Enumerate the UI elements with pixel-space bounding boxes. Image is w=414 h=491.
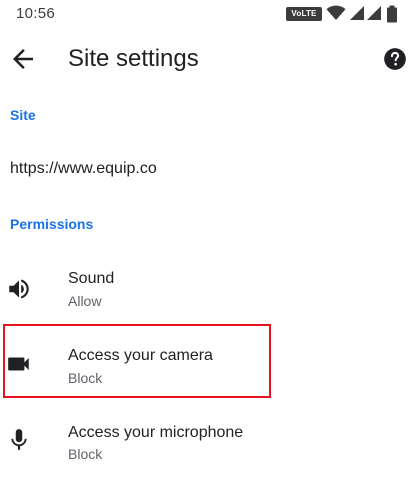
permissions-section-header: Permissions [10, 216, 94, 232]
permission-row-camera[interactable]: Access your camera Block [0, 333, 414, 401]
permission-value: Block [68, 446, 103, 462]
speaker-icon [9, 279, 29, 299]
permission-value: Block [68, 370, 103, 386]
help-button[interactable] [382, 46, 408, 72]
permission-row-sound[interactable]: Sound Allow [0, 256, 414, 324]
signal-icon [350, 6, 364, 20]
back-button[interactable] [8, 44, 38, 74]
status-bar: 10:56 VoLTE [0, 0, 414, 30]
volte-label: VoLTE [291, 9, 317, 18]
battery-icon [387, 5, 397, 23]
permission-title: Access your camera [68, 347, 213, 364]
help-icon [384, 48, 406, 70]
permission-title: Sound [68, 270, 115, 287]
volte-icon: VoLTE [286, 7, 322, 21]
site-url: https://www.equip.co [10, 160, 157, 177]
app-toolbar: Site settings [0, 30, 414, 88]
site-section-header: Site [10, 107, 36, 123]
page-title: Site settings [68, 45, 199, 72]
mic-icon [11, 429, 27, 450]
site-settings-screen: 10:56 VoLTE Site settings Site https://w… [0, 0, 414, 491]
wifi-icon [326, 5, 346, 20]
status-time: 10:56 [16, 5, 56, 22]
videocam-icon [8, 357, 29, 371]
signal-icon-2 [367, 6, 381, 20]
permission-title: Access your microphone [68, 424, 244, 441]
arrow-back-icon [13, 49, 33, 69]
permission-value: Allow [68, 293, 102, 309]
permission-row-microphone[interactable]: Access your microphone Block [0, 410, 414, 478]
